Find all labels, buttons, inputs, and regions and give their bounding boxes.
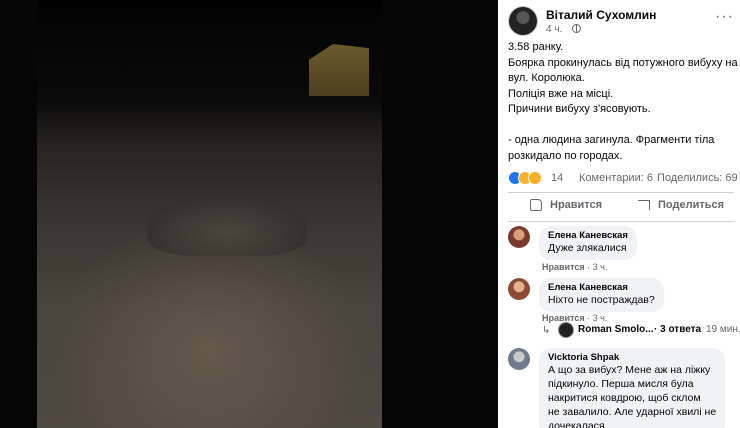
reactions-summary: 14 Коментарии: 6 Поделились: 69 [508, 171, 738, 187]
more-options-icon[interactable]: ··· [715, 9, 734, 25]
photo-dirt-mound [147, 196, 307, 256]
post-line: - одна людина загинула. Фрагменти тіла [508, 134, 715, 146]
post-line: Поліція вже на місці. [508, 87, 614, 100]
commenter-avatar[interactable] [508, 226, 530, 248]
post-panel: Віталий Сухомлин 4 ч. ··· 3.58 ранку. Бо… [498, 0, 740, 428]
comment-meta: Нравится · 3 ч. [542, 262, 608, 272]
comment-text: накритися ковдрою, щоб склом [548, 392, 701, 404]
like-button[interactable]: Нравится [530, 199, 610, 217]
author-name[interactable]: Віталий Сухомлин [546, 8, 656, 22]
comment-text: не завалило. Але ударної хвилі не [548, 406, 717, 418]
comment-text: Дуже злякалися [548, 242, 627, 254]
comments-count[interactable]: Коментарии: 6 [579, 172, 653, 184]
post-time[interactable]: 4 ч. [546, 24, 562, 35]
view-replies-link[interactable]: ↳ Roman Smolo... · 3 ответа 19 мин. [536, 322, 740, 340]
sad-reaction-icon [528, 171, 542, 185]
post-header: Віталий Сухомлин 4 ч. ··· [508, 6, 734, 36]
divider [508, 192, 734, 193]
reaction-icons[interactable] [508, 171, 542, 185]
comment-text: підкинуло. Перша мисля була [548, 378, 694, 390]
reply-count: · 3 ответа [654, 324, 702, 335]
comment-bubble: Vicktoria Shpak А що за вибух? Мене аж н… [539, 348, 726, 428]
globe-icon [572, 24, 581, 33]
like-button-label: Нравится [550, 199, 603, 211]
commenter-name[interactable]: Vicktoria Shpak [548, 352, 716, 363]
commenter-name[interactable]: Елена Каневская [548, 230, 628, 241]
post-line: Боярка прокинулась від потужного вибуху … [508, 56, 738, 69]
reply-avatar [558, 322, 574, 338]
post-text: 3.58 ранку. Боярка прокинулась від потуж… [508, 40, 738, 164]
author-avatar[interactable] [508, 6, 538, 36]
commenter-avatar[interactable] [508, 348, 530, 370]
comment-time[interactable]: 3 ч. [593, 262, 608, 272]
shares-count[interactable]: Поделились: 69 [657, 172, 738, 184]
post-actions: Нравится Поделиться [508, 197, 734, 219]
comment-bubble: Елена Каневская Ніхто не постраждав? [539, 278, 664, 312]
photo-viewer[interactable] [0, 0, 498, 428]
comment-text: Ніхто не постраждав? [548, 294, 655, 306]
commenter-name[interactable]: Елена Каневская [548, 282, 655, 293]
share-button-label: Поделиться [658, 199, 725, 211]
thumbs-up-icon [530, 199, 542, 211]
post-line: розкидало по городах. [508, 149, 623, 162]
post-photo[interactable] [37, 0, 382, 428]
share-button[interactable]: Поделиться [638, 199, 728, 217]
reply-arrow-icon: ↳ [542, 325, 551, 336]
divider [508, 221, 734, 222]
reactions-count[interactable]: 14 [551, 172, 563, 184]
comment-bubble: Елена Каневская Дуже злякалися [539, 226, 637, 260]
comment-like-link[interactable]: Нравится [542, 262, 585, 272]
post-line: 3.58 ранку. [508, 41, 564, 53]
post-line: вул. Королюка. [508, 72, 585, 84]
comment-text: А що за вибух? Мене аж на ліжку [548, 364, 711, 376]
reply-time: 19 мин. [706, 324, 740, 335]
share-arrow-icon [638, 200, 650, 210]
reply-author: Roman Smolo... [578, 324, 654, 335]
comment-text: дочекалася [548, 420, 605, 428]
commenter-avatar[interactable] [508, 278, 530, 300]
post-line: Причини вибуху з'ясовують. [508, 103, 651, 115]
